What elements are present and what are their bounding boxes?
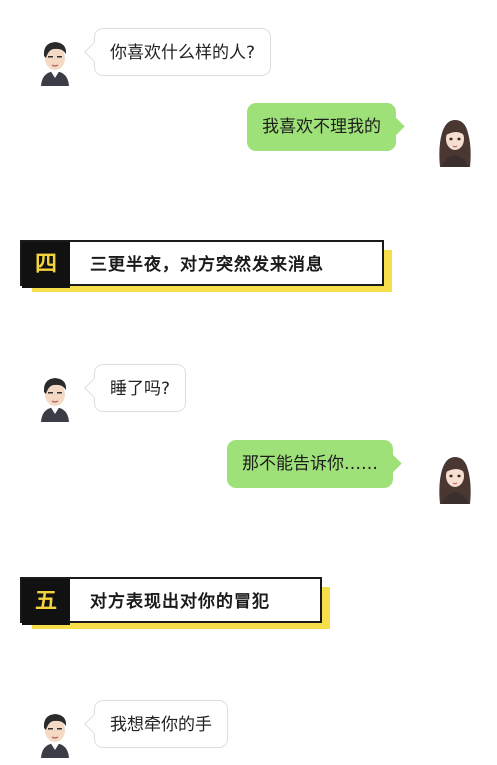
- incoming-message-bubble[interactable]: 睡了吗?: [84, 364, 187, 412]
- bubble-tail: [386, 117, 405, 136]
- message-text: 你喜欢什么样的人?: [110, 43, 256, 63]
- section-box: 五 对方表现出对你的冒犯: [20, 577, 322, 625]
- incoming-message-bubble[interactable]: 我想牵你的手: [84, 700, 228, 748]
- section-box: 四 三更半夜，对方突然发来消息: [20, 240, 384, 288]
- section-header: 四 三更半夜，对方突然发来消息: [20, 240, 392, 292]
- message-text: 睡了吗?: [110, 379, 171, 399]
- male-avatar-icon[interactable]: [32, 708, 78, 758]
- female-avatar-icon[interactable]: [432, 117, 478, 167]
- message-text: 我喜欢不理我的: [262, 117, 381, 137]
- bubble-tail: [84, 42, 104, 62]
- male-avatar-icon[interactable]: [32, 36, 78, 86]
- section-number: 四: [22, 242, 70, 288]
- message-text: 我想牵你的手: [110, 715, 212, 735]
- incoming-message-bubble[interactable]: 你喜欢什么样的人?: [84, 28, 272, 76]
- male-avatar-icon[interactable]: [32, 372, 78, 422]
- message-text: 那不能告诉你……: [242, 454, 378, 474]
- outgoing-message-bubble[interactable]: 我喜欢不理我的: [247, 103, 405, 151]
- bubble-tail: [84, 378, 104, 398]
- female-avatar-icon[interactable]: [432, 454, 478, 504]
- bubble-tail: [383, 454, 402, 473]
- bubble-tail: [84, 714, 104, 734]
- section-title: 三更半夜，对方突然发来消息: [90, 255, 324, 275]
- section-header: 五 对方表现出对你的冒犯: [20, 577, 332, 629]
- outgoing-message-bubble[interactable]: 那不能告诉你……: [227, 440, 402, 488]
- section-title: 对方表现出对你的冒犯: [90, 592, 270, 612]
- section-number: 五: [22, 579, 70, 625]
